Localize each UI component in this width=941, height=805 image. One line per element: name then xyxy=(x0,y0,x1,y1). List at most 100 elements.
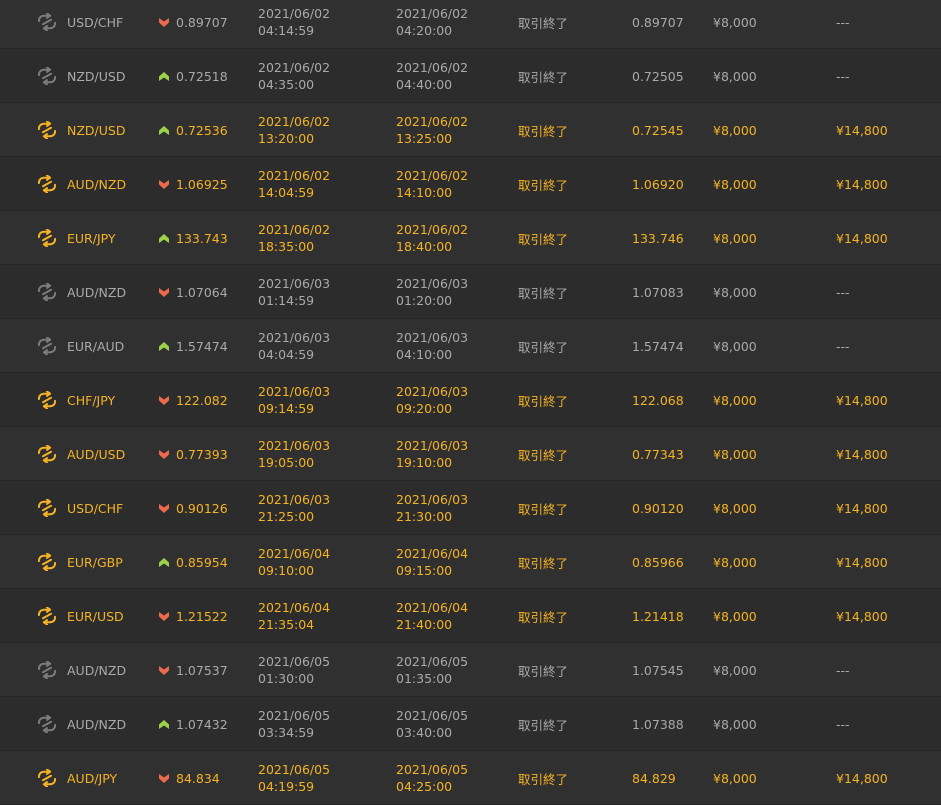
trade-history-table: USD/CHF 0.89707 2021/06/02 04:14:59 2021… xyxy=(0,0,941,805)
entry-price: 0.77393 xyxy=(176,446,228,462)
trade-status: 取引終了 xyxy=(518,393,569,409)
close-time-text: 19:10:00 xyxy=(396,455,453,470)
trade-status: 取引終了 xyxy=(518,285,569,301)
entry-price: 133.743 xyxy=(176,230,228,246)
open-time-text: 04:04:59 xyxy=(258,347,315,362)
open-date-text: 2021/06/03 xyxy=(258,438,331,453)
entry-price: 84.834 xyxy=(176,770,220,786)
trade-row-5: EUR/JPY 133.743 2021/06/02 18:35:00 2021… xyxy=(0,211,941,265)
exit-price: 0.72545 xyxy=(632,122,684,138)
close-time-text: 01:20:00 xyxy=(396,293,453,308)
close-date-text: 2021/06/02 xyxy=(396,222,469,237)
trade-row-14: AUD/NZD 1.07432 2021/06/05 03:34:59 2021… xyxy=(0,697,941,751)
open-date-text: 2021/06/03 xyxy=(258,276,331,291)
trade-status: 取引終了 xyxy=(518,339,569,355)
close-time: 2021/06/05 03:40:00 xyxy=(396,697,468,751)
arrow-up-icon xyxy=(159,49,169,103)
entry-price: 1.07064 xyxy=(176,284,228,300)
currency-pair: USD/CHF xyxy=(67,500,124,516)
open-time-text: 19:05:00 xyxy=(258,455,315,470)
close-time-text: 04:20:00 xyxy=(396,23,453,38)
entry-price: 0.85954 xyxy=(176,554,228,570)
entry-price: 0.72518 xyxy=(176,68,228,84)
entry-price: 1.06925 xyxy=(176,176,228,192)
trade-amount: ¥8,000 xyxy=(713,68,757,84)
close-time-text: 01:35:00 xyxy=(396,671,453,686)
open-date-text: 2021/06/04 xyxy=(258,546,331,561)
entry-price: 1.21522 xyxy=(176,608,228,624)
entry-price: 0.72536 xyxy=(176,122,228,138)
trade-status: 取引終了 xyxy=(518,69,569,85)
open-date-text: 2021/06/05 xyxy=(258,654,331,669)
close-time: 2021/06/03 09:20:00 xyxy=(396,373,468,427)
open-time: 2021/06/02 04:14:59 xyxy=(258,0,330,49)
trade-amount: ¥8,000 xyxy=(713,338,757,354)
entry-price: 0.89707 xyxy=(176,14,228,30)
open-time-text: 14:04:59 xyxy=(258,185,315,200)
open-time: 2021/06/05 04:19:59 xyxy=(258,751,330,805)
open-date-text: 2021/06/05 xyxy=(258,762,331,777)
entry-price: 1.07537 xyxy=(176,662,228,678)
close-date-text: 2021/06/03 xyxy=(396,384,469,399)
open-time-text: 04:19:59 xyxy=(258,779,315,794)
trade-row-1: USD/CHF 0.89707 2021/06/02 04:14:59 2021… xyxy=(0,0,941,49)
exit-price: 0.89707 xyxy=(632,14,684,30)
close-time-text: 18:40:00 xyxy=(396,239,453,254)
open-time: 2021/06/05 03:34:59 xyxy=(258,697,330,751)
exit-price: 1.07545 xyxy=(632,662,684,678)
currency-exchange-icon xyxy=(36,373,58,427)
currency-pair: NZD/USD xyxy=(67,122,126,138)
arrow-down-icon xyxy=(159,751,169,805)
open-date-text: 2021/06/02 xyxy=(258,60,331,75)
currency-exchange-icon xyxy=(36,589,58,643)
payout-amount: ¥14,800 xyxy=(836,770,888,786)
open-date-text: 2021/06/05 xyxy=(258,708,331,723)
close-date-text: 2021/06/05 xyxy=(396,654,469,669)
arrow-down-icon xyxy=(159,373,169,427)
close-date-text: 2021/06/02 xyxy=(396,60,469,75)
close-time-text: 21:30:00 xyxy=(396,509,453,524)
open-date-text: 2021/06/03 xyxy=(258,330,331,345)
payout-amount: ¥14,800 xyxy=(836,608,888,624)
trade-status: 取引終了 xyxy=(518,609,569,625)
trade-amount: ¥8,000 xyxy=(713,608,757,624)
close-date-text: 2021/06/02 xyxy=(396,168,469,183)
entry-price: 1.07432 xyxy=(176,716,228,732)
currency-pair: AUD/NZD xyxy=(67,284,127,300)
close-date-text: 2021/06/04 xyxy=(396,600,469,615)
currency-pair: EUR/JPY xyxy=(67,230,116,246)
exit-price: 84.829 xyxy=(632,770,676,786)
currency-pair: AUD/USD xyxy=(67,446,126,462)
open-time: 2021/06/05 01:30:00 xyxy=(258,643,330,697)
trade-row-13: AUD/NZD 1.07537 2021/06/05 01:30:00 2021… xyxy=(0,643,941,697)
trade-row-9: AUD/USD 0.77393 2021/06/03 19:05:00 2021… xyxy=(0,427,941,481)
open-date-text: 2021/06/02 xyxy=(258,168,331,183)
trade-status: 取引終了 xyxy=(518,555,569,571)
trade-status: 取引終了 xyxy=(518,501,569,517)
trade-row-2: NZD/USD 0.72518 2021/06/02 04:35:00 2021… xyxy=(0,49,941,103)
close-time-text: 04:25:00 xyxy=(396,779,453,794)
trade-amount: ¥8,000 xyxy=(713,554,757,570)
open-date-text: 2021/06/03 xyxy=(258,384,331,399)
close-date-text: 2021/06/05 xyxy=(396,708,469,723)
payout-amount: ¥14,800 xyxy=(836,500,888,516)
open-time: 2021/06/03 04:04:59 xyxy=(258,319,330,373)
open-date-text: 2021/06/03 xyxy=(258,492,331,507)
close-date-text: 2021/06/03 xyxy=(396,438,469,453)
arrow-up-icon xyxy=(159,103,169,157)
close-time: 2021/06/04 09:15:00 xyxy=(396,535,468,589)
arrow-down-icon xyxy=(159,589,169,643)
trade-status: 取引終了 xyxy=(518,123,569,139)
payout-amount: --- xyxy=(836,68,850,84)
exit-price: 0.77343 xyxy=(632,446,684,462)
payout-amount: ¥14,800 xyxy=(836,554,888,570)
open-time: 2021/06/03 01:14:59 xyxy=(258,265,330,319)
close-date-text: 2021/06/05 xyxy=(396,762,469,777)
close-time: 2021/06/02 13:25:00 xyxy=(396,103,468,157)
currency-pair: AUD/NZD xyxy=(67,716,127,732)
trade-amount: ¥8,000 xyxy=(713,770,757,786)
open-time: 2021/06/02 04:35:00 xyxy=(258,49,330,103)
trade-row-15: AUD/JPY 84.834 2021/06/05 04:19:59 2021/… xyxy=(0,751,941,805)
exit-price: 0.72505 xyxy=(632,68,684,84)
trade-amount: ¥8,000 xyxy=(713,122,757,138)
